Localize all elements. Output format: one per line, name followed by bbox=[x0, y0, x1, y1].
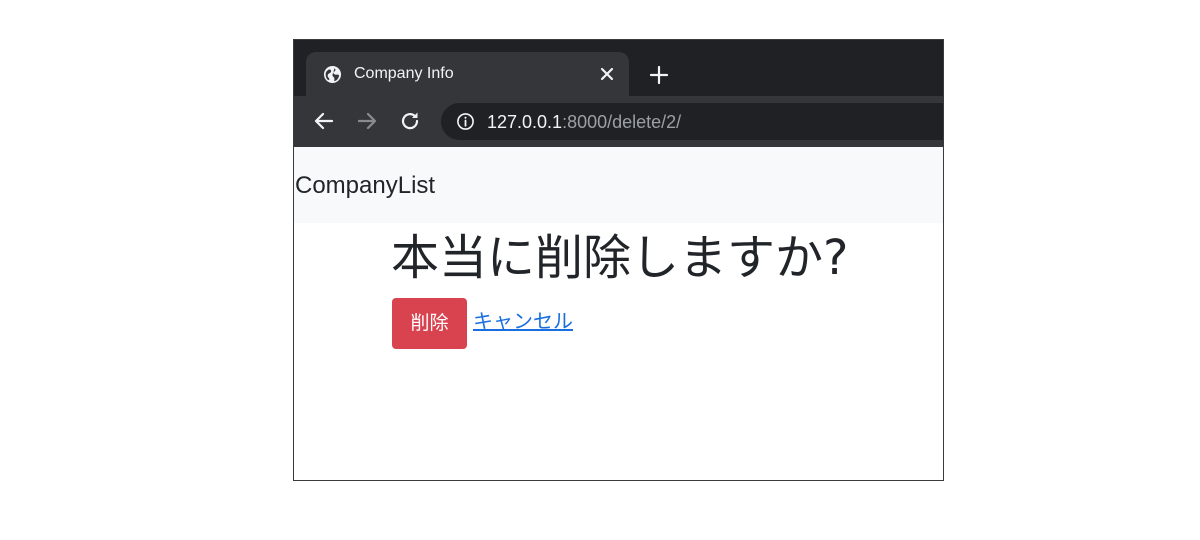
arrow-left-icon[interactable] bbox=[313, 110, 335, 132]
site-navbar: CompanyList bbox=[294, 147, 943, 223]
url-path: :8000/delete/2/ bbox=[562, 112, 682, 132]
cancel-link[interactable]: キャンセル bbox=[473, 308, 573, 334]
page-title: 本当に削除しますか? bbox=[391, 230, 849, 286]
browser-toolbar: 127.0.0.1:8000/delete/2/ bbox=[294, 96, 943, 147]
url-host: 127.0.0.1 bbox=[487, 112, 563, 132]
close-icon[interactable] bbox=[597, 64, 617, 84]
globe-icon bbox=[323, 65, 342, 84]
address-bar[interactable]: 127.0.0.1:8000/delete/2/ bbox=[441, 103, 943, 140]
info-icon[interactable] bbox=[456, 112, 475, 131]
tab-strip: Company Info bbox=[294, 40, 943, 96]
plus-icon[interactable] bbox=[648, 64, 670, 86]
delete-button[interactable]: 削除 bbox=[392, 298, 467, 349]
arrow-right-icon[interactable] bbox=[356, 110, 378, 132]
browser-window: Company Info 127.0.0.1:8000/delete/2/ Co… bbox=[293, 39, 944, 481]
navbar-brand[interactable]: CompanyList bbox=[295, 172, 435, 200]
url-text[interactable]: 127.0.0.1:8000/delete/2/ bbox=[487, 111, 681, 133]
tab-company-info[interactable]: Company Info bbox=[306, 52, 629, 96]
reload-icon[interactable] bbox=[399, 110, 421, 132]
tab-title: Company Info bbox=[354, 65, 454, 82]
